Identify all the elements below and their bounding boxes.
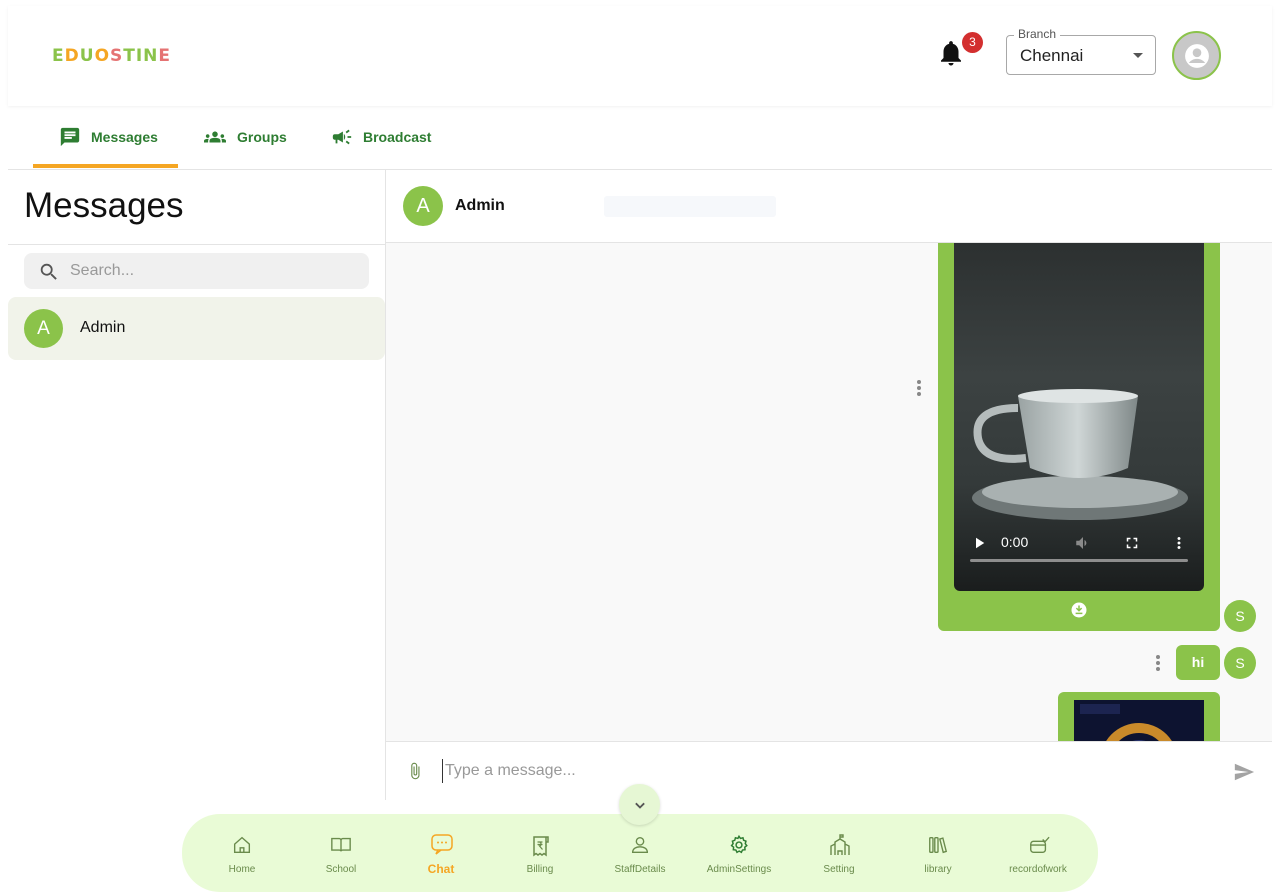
text-message-bubble: hi	[1176, 645, 1220, 680]
home-icon	[233, 836, 251, 854]
video-controls: 0:00	[954, 523, 1204, 569]
tab-label: Groups	[237, 129, 287, 145]
sender-avatar: S	[1224, 600, 1256, 632]
nav-label: Setting	[823, 864, 855, 875]
receipt-icon	[533, 836, 549, 857]
nav-label: StaffDetails	[614, 864, 666, 875]
download-icon[interactable]	[1070, 601, 1088, 619]
more-vert-icon[interactable]	[1170, 534, 1188, 552]
volume-icon[interactable]	[1074, 534, 1092, 552]
bottom-navigation: Home School Chat Billing StaffDetails Ad…	[182, 814, 1098, 892]
chevron-down-icon	[634, 802, 645, 809]
nav-record-of-work[interactable]: recordofwork	[993, 814, 1083, 892]
conversation-item-admin[interactable]: A Admin	[8, 297, 385, 360]
collapse-nav-button[interactable]	[619, 784, 660, 825]
branch-select[interactable]: Chennai	[1006, 35, 1156, 75]
active-tab-indicator	[33, 164, 178, 168]
sender-avatar: S	[1224, 647, 1256, 679]
chevron-down-icon	[1133, 53, 1143, 58]
groups-icon	[204, 131, 226, 143]
nav-home[interactable]: Home	[197, 814, 287, 892]
tab-messages[interactable]: Messages	[59, 124, 158, 150]
image-thumbnail[interactable]	[1074, 700, 1204, 741]
chat-bubble-icon	[431, 834, 453, 855]
nav-label: AdminSettings	[706, 864, 772, 875]
message-composer	[386, 741, 1272, 800]
app-logo[interactable]: EDUOSTINE	[52, 46, 171, 66]
nav-setting[interactable]: Setting	[794, 814, 884, 892]
nav-label: recordofwork	[1009, 864, 1067, 875]
nav-admin-settings[interactable]: AdminSettings	[694, 814, 784, 892]
chat-header: A Admin	[386, 170, 1272, 243]
tab-broadcast[interactable]: Broadcast	[331, 124, 431, 150]
nav-label: library	[924, 864, 952, 875]
record-icon	[1030, 836, 1050, 854]
conversation-list-panel: Messages A Admin	[8, 170, 386, 800]
megaphone-icon	[332, 129, 352, 145]
avatar: A	[24, 309, 63, 348]
branch-label: Branch	[1014, 27, 1061, 41]
nav-label: Billing	[526, 864, 554, 875]
message-list[interactable]: 0:00 S hi S	[386, 243, 1272, 741]
video-progress-bar[interactable]	[970, 559, 1188, 562]
chat-icon	[60, 127, 80, 147]
account-circle-icon	[1185, 44, 1209, 68]
building-icon	[830, 834, 850, 855]
tab-label: Broadcast	[363, 129, 432, 145]
video-time: 0:00	[1001, 534, 1029, 550]
chat-panel: A Admin 0:00 S hi S Type a message...	[386, 170, 1272, 800]
tab-label: Messages	[91, 129, 158, 145]
library-icon	[929, 836, 948, 854]
video-frame-cup	[972, 389, 1188, 520]
notification-badge: 3	[962, 32, 983, 53]
message-menu-icon[interactable]	[917, 380, 921, 398]
search-input[interactable]	[70, 259, 350, 283]
avatar: A	[403, 186, 443, 226]
chat-contact-name: Admin	[455, 197, 505, 214]
chat-tabs: Messages Groups Broadcast	[8, 106, 1272, 170]
message-input[interactable]	[442, 759, 1202, 783]
attachment-icon[interactable]	[406, 759, 424, 783]
search-icon	[40, 263, 57, 280]
nav-chat[interactable]: Chat	[396, 814, 486, 892]
nav-billing[interactable]: Billing	[495, 814, 585, 892]
book-icon	[331, 837, 351, 852]
tab-groups[interactable]: Groups	[203, 124, 287, 150]
panel-title: Messages	[24, 186, 184, 225]
branch-value: Chennai	[1020, 46, 1084, 65]
nav-label: Chat	[427, 862, 455, 876]
image-message-bubble	[1058, 692, 1220, 741]
send-icon[interactable]	[1232, 761, 1256, 783]
message-menu-icon[interactable]	[1156, 655, 1160, 673]
search-box	[24, 253, 369, 289]
gear-icon	[730, 834, 748, 854]
video-player[interactable]: 0:00	[954, 243, 1204, 591]
nav-label: School	[325, 864, 357, 875]
video-message-bubble: 0:00	[938, 243, 1220, 631]
divider	[8, 244, 386, 245]
nav-school[interactable]: School	[296, 814, 386, 892]
snip-overlay	[604, 196, 776, 217]
person-icon	[631, 836, 649, 854]
image-content	[1080, 704, 1172, 741]
nav-label: Home	[228, 864, 256, 875]
play-icon[interactable]	[970, 534, 988, 552]
contact-name: Admin	[80, 319, 126, 336]
nav-staff-details[interactable]: StaffDetails	[595, 814, 685, 892]
fullscreen-icon[interactable]	[1123, 534, 1141, 552]
nav-library[interactable]: library	[893, 814, 983, 892]
profile-avatar[interactable]	[1172, 31, 1221, 80]
